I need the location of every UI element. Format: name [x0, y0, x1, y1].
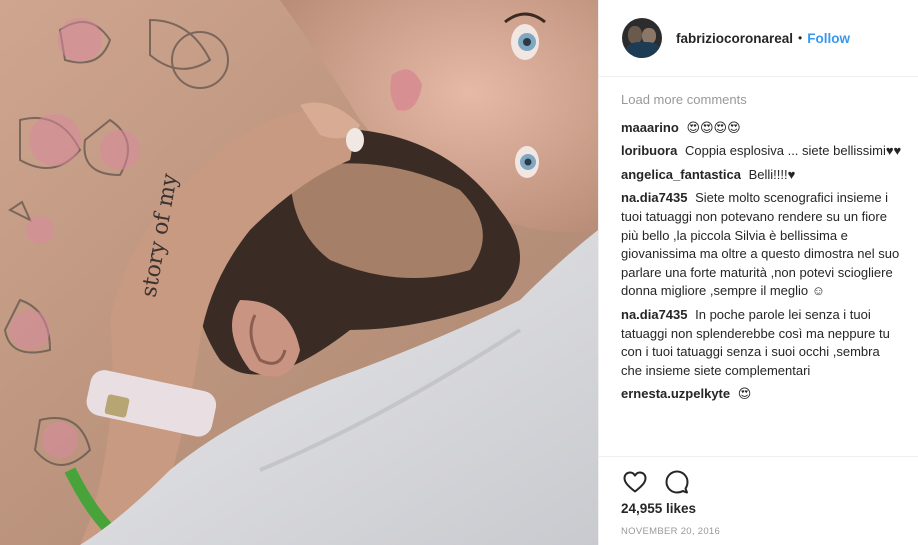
comment-button[interactable] — [663, 468, 691, 496]
comment-username[interactable]: na.dia7435 — [621, 307, 688, 322]
author-username[interactable]: fabriziocoronareal — [676, 31, 793, 46]
post-header: fabriziocoronareal • Follow — [599, 0, 918, 77]
comment-item: maaarino 😍😍😍😍 — [621, 119, 903, 138]
author-avatar[interactable] — [622, 18, 662, 58]
comment-text: 😍😍😍😍 — [686, 119, 741, 135]
comment-username[interactable]: loribuora — [621, 143, 677, 158]
comment-item: na.dia7435 In poche parole lei senza i t… — [621, 306, 903, 380]
load-more-comments-link[interactable]: Load more comments — [621, 91, 903, 110]
comment-username[interactable]: ernesta.uzpelkyte — [621, 386, 730, 401]
comment-text: Belli!!!!♥ — [748, 166, 796, 182]
comment-text: Coppia esplosiva ... siete bellissimi♥♥ — [684, 143, 902, 159]
post-sidebar: fabriziocoronareal • Follow Load more co… — [598, 0, 918, 545]
comment-text: 😍 — [737, 386, 752, 402]
action-buttons — [621, 468, 705, 496]
follow-button[interactable]: Follow — [807, 31, 850, 46]
comment-username[interactable]: maaarino — [621, 120, 679, 135]
separator-dot: • — [798, 31, 803, 45]
comments-list[interactable]: Load more comments maaarino 😍😍😍😍 loribuo… — [621, 91, 903, 457]
comment-item: angelica_fantastica Belli!!!!♥ — [621, 166, 903, 185]
like-count[interactable]: 24,955 likes — [621, 501, 696, 516]
couple-photo-image: story of my — [0, 0, 598, 545]
comment-text: Siete molto scenografici insieme i tuoi … — [621, 190, 900, 299]
post-actions: 24,955 likes NOVEMBER 20, 2016 — [599, 456, 918, 545]
comment-item: ernesta.uzpelkyte 😍 — [621, 385, 903, 404]
like-button[interactable] — [621, 468, 649, 496]
comment-item: na.dia7435 Siete molto scenografici insi… — [621, 189, 903, 301]
comment-username[interactable]: na.dia7435 — [621, 190, 688, 205]
post-date[interactable]: NOVEMBER 20, 2016 — [621, 526, 720, 537]
comment-username[interactable]: angelica_fantastica — [621, 167, 741, 182]
comment-item: loribuora Coppia esplosiva ... siete bel… — [621, 142, 903, 161]
heart-icon — [623, 471, 647, 493]
post-photo[interactable]: story of my — [0, 0, 598, 545]
comment-bubble-icon — [665, 470, 689, 494]
